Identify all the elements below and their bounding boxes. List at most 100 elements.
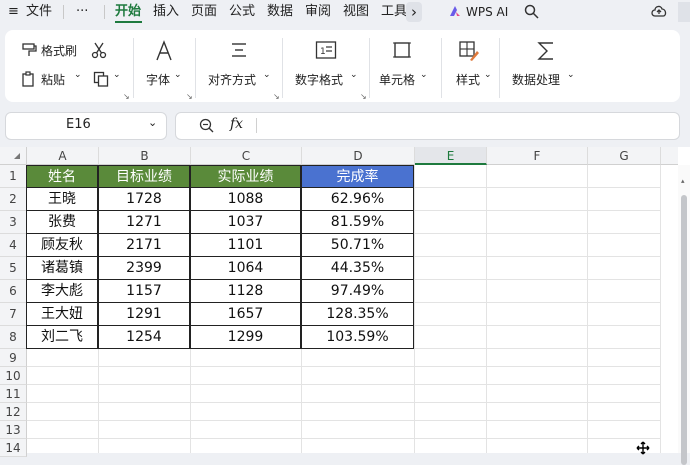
paste-dropdown-icon[interactable]: ⌄ bbox=[74, 70, 82, 80]
fx-icon[interactable]: fx bbox=[230, 116, 243, 132]
table-cell-rate[interactable]: 97.49% bbox=[301, 279, 414, 303]
column-header-overflow bbox=[661, 147, 678, 165]
table-cell-rate[interactable]: 128.35% bbox=[301, 302, 414, 326]
vertical-scrollbar[interactable]: ▴ bbox=[678, 165, 690, 465]
number-format-group[interactable]: 1 数字格式 ⌄ ↘ bbox=[283, 30, 368, 102]
align-expand-icon[interactable]: ↘ bbox=[273, 92, 280, 101]
wps-ai-button[interactable]: WPS AI bbox=[466, 3, 508, 21]
tab-tools[interactable]: 工具 bbox=[381, 3, 406, 21]
cell-group[interactable]: 单元格 ⌄ bbox=[370, 30, 440, 102]
tab-insert[interactable]: 插入 bbox=[153, 3, 179, 21]
table-cell-rate[interactable]: 50.71% bbox=[301, 233, 414, 257]
scissors-icon[interactable] bbox=[91, 41, 107, 63]
scrollbar-thumb[interactable] bbox=[681, 195, 687, 465]
table-cell-name[interactable]: 王晓 bbox=[26, 187, 98, 211]
data-process-group[interactable]: 数据处理 ⌄ bbox=[500, 30, 585, 102]
tab-home[interactable]: 开始 bbox=[115, 3, 141, 21]
row-header[interactable]: 2 bbox=[0, 188, 27, 211]
table-cell-target[interactable]: 1291 bbox=[98, 302, 190, 326]
header-cell-target[interactable]: 目标业绩 bbox=[98, 165, 190, 188]
table-cell-target[interactable]: 2171 bbox=[98, 233, 190, 257]
table-cell-actual[interactable]: 1088 bbox=[190, 187, 301, 211]
alignment-group[interactable]: 对齐方式 ⌄ ↘ bbox=[196, 30, 281, 102]
column-header-b[interactable]: B bbox=[99, 147, 191, 165]
column-header-c[interactable]: C bbox=[191, 147, 302, 165]
menu-file[interactable]: 文件 bbox=[26, 3, 52, 21]
table-cell-actual[interactable]: 1101 bbox=[190, 233, 301, 257]
table-cell-rate[interactable]: 62.96% bbox=[301, 187, 414, 211]
name-box-value[interactable]: E16 bbox=[66, 117, 91, 132]
table-cell-target[interactable]: 1157 bbox=[98, 279, 190, 303]
row-header[interactable]: 10 bbox=[0, 367, 27, 385]
tab-review[interactable]: 审阅 bbox=[305, 3, 331, 21]
clipboard-expand-icon[interactable]: ↘ bbox=[123, 92, 130, 101]
row-header[interactable]: 1 bbox=[0, 165, 27, 188]
table-cell-name[interactable]: 顾友秋 bbox=[26, 233, 98, 257]
cloud-sync-icon[interactable] bbox=[650, 3, 668, 23]
table-cell-actual[interactable]: 1064 bbox=[190, 256, 301, 280]
row-header[interactable]: 5 bbox=[0, 257, 27, 280]
search-icon[interactable] bbox=[524, 4, 539, 23]
scroll-up-icon[interactable]: ▴ bbox=[681, 177, 687, 185]
row-header[interactable]: 7 bbox=[0, 303, 27, 326]
table-cell-name[interactable]: 诸葛镇 bbox=[26, 256, 98, 280]
font-group[interactable]: 字体 ⌄ ↘ bbox=[134, 30, 194, 102]
header-cell-rate[interactable]: 完成率 bbox=[301, 165, 414, 188]
spreadsheet-grid[interactable]: A B C D E F G 1 2 3 4 5 6 7 8 9 10 11 12… bbox=[0, 147, 690, 465]
table-cell-target[interactable]: 2399 bbox=[98, 256, 190, 280]
column-header-a[interactable]: A bbox=[27, 147, 99, 165]
table-cell-rate[interactable]: 44.35% bbox=[301, 256, 414, 280]
menu-overflow bbox=[678, 2, 690, 22]
style-group[interactable]: 样式 ⌄ bbox=[442, 30, 498, 102]
row-header[interactable]: 14 bbox=[0, 439, 27, 457]
row-header[interactable]: 4 bbox=[0, 234, 27, 257]
table-cell-actual[interactable]: 1299 bbox=[190, 325, 301, 349]
format-painter-icon[interactable] bbox=[21, 42, 37, 62]
column-header-f[interactable]: F bbox=[487, 147, 588, 165]
table-cell-target[interactable]: 1728 bbox=[98, 187, 190, 211]
row-header[interactable]: 6 bbox=[0, 280, 27, 303]
tab-view[interactable]: 视图 bbox=[343, 3, 369, 21]
row-header[interactable]: 11 bbox=[0, 385, 27, 403]
table-cell-name[interactable]: 张费 bbox=[26, 210, 98, 234]
font-expand-icon[interactable]: ↘ bbox=[186, 92, 193, 101]
table-cell-actual[interactable]: 1037 bbox=[190, 210, 301, 234]
column-header-e[interactable]: E bbox=[415, 147, 487, 165]
table-cell-rate[interactable]: 103.59% bbox=[301, 325, 414, 349]
header-cell-name[interactable]: 姓名 bbox=[26, 165, 98, 188]
row-header[interactable]: 13 bbox=[0, 421, 27, 439]
column-header-d[interactable]: D bbox=[302, 147, 415, 165]
table-cell-name[interactable]: 刘二飞 bbox=[26, 325, 98, 349]
select-all-corner[interactable] bbox=[0, 147, 27, 165]
column-header-g[interactable]: G bbox=[588, 147, 661, 165]
tab-page[interactable]: 页面 bbox=[191, 3, 217, 21]
table-cell-target[interactable]: 1254 bbox=[98, 325, 190, 349]
chevron-down-icon[interactable]: ⌄ bbox=[148, 116, 157, 129]
number-expand-icon[interactable]: ↘ bbox=[360, 92, 367, 101]
table-cell-actual[interactable]: 1657 bbox=[190, 302, 301, 326]
align-label: 对齐方式 bbox=[208, 73, 257, 87]
table-cell-name[interactable]: 王大妞 bbox=[26, 302, 98, 326]
header-cell-actual[interactable]: 实际业绩 bbox=[190, 165, 301, 188]
table-cell-actual[interactable]: 1128 bbox=[190, 279, 301, 303]
paste-button[interactable]: 粘贴 bbox=[41, 71, 65, 88]
app-menu-icon[interactable]: ≡ bbox=[8, 3, 19, 21]
table-cell-name[interactable]: 李大彪 bbox=[26, 279, 98, 303]
more-menu-icon[interactable]: ··· bbox=[76, 3, 88, 21]
menu-divider bbox=[63, 5, 64, 19]
tab-data[interactable]: 数据 bbox=[267, 3, 293, 21]
chevron-right-icon[interactable]: › bbox=[406, 2, 422, 22]
paste-icon[interactable] bbox=[21, 71, 37, 91]
format-painter-button[interactable]: 格式刷 bbox=[41, 42, 77, 59]
name-box[interactable]: E16 ⌄ bbox=[5, 112, 167, 140]
copy-dropdown-icon[interactable]: ⌄ bbox=[113, 70, 121, 80]
row-header[interactable]: 12 bbox=[0, 403, 27, 421]
row-header[interactable]: 9 bbox=[0, 349, 27, 367]
table-cell-target[interactable]: 1271 bbox=[98, 210, 190, 234]
zoom-search-icon[interactable] bbox=[199, 118, 214, 137]
row-header[interactable]: 8 bbox=[0, 326, 27, 349]
table-cell-rate[interactable]: 81.59% bbox=[301, 210, 414, 234]
tab-formula[interactable]: 公式 bbox=[229, 3, 255, 21]
row-header[interactable]: 3 bbox=[0, 211, 27, 234]
copy-icon[interactable] bbox=[93, 71, 109, 91]
